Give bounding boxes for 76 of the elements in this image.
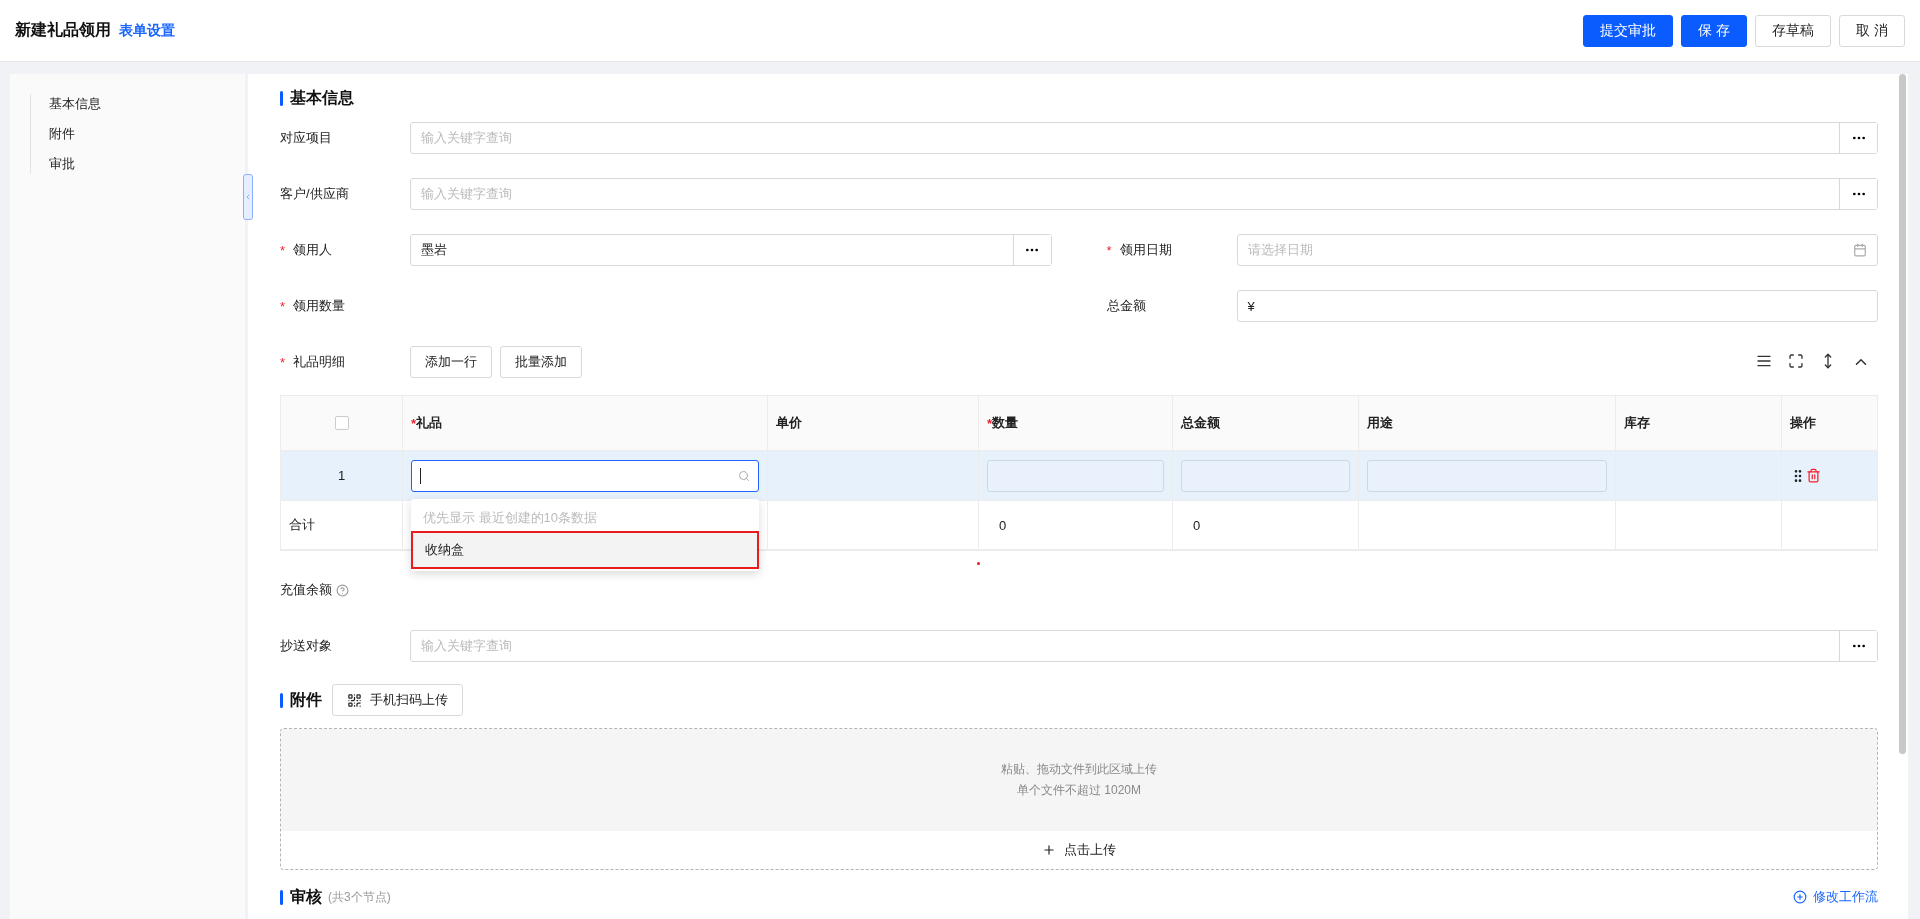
dropdown-option[interactable]: 收纳盒	[413, 533, 757, 567]
required-mark: *	[280, 354, 286, 370]
collapse-handle[interactable]	[243, 174, 253, 220]
chevron-left-icon	[244, 192, 252, 202]
dropdown-hint: 优先显示 最近创建的10条数据	[422, 509, 599, 527]
sidebar-item[interactable]: 审批	[49, 154, 245, 174]
plus-circle-icon	[1793, 890, 1807, 904]
required-mark: *	[280, 298, 286, 314]
table-cell: 0	[979, 501, 1173, 549]
qr-code-icon	[347, 692, 362, 708]
header-button[interactable]: 保 存	[1681, 14, 1748, 47]
row-number: 1	[281, 451, 403, 500]
help-icon[interactable]	[336, 583, 349, 597]
table-cell: 0	[1173, 501, 1359, 549]
column-header: 操作	[1790, 414, 1816, 432]
add-row-button[interactable]: 添加一行	[410, 346, 492, 378]
column-header: 单价	[776, 414, 802, 432]
quantity-field[interactable]	[987, 459, 1164, 492]
required-mark: *	[1106, 242, 1112, 258]
required-mark: *	[411, 415, 417, 431]
upload-hint: 单个文件不超过 1020M	[1017, 782, 1141, 799]
purpose-field[interactable]	[1367, 459, 1607, 492]
marker-dot	[977, 562, 980, 565]
checkbox[interactable]	[334, 416, 349, 430]
table-cell: 合计	[281, 501, 403, 549]
header-button[interactable]: 存草稿	[1755, 14, 1832, 47]
required-mark: *	[987, 415, 993, 431]
delete-icon[interactable]	[1806, 468, 1821, 483]
calendar-icon	[1853, 243, 1867, 257]
column-header: 数量	[992, 414, 1019, 432]
upload-zone[interactable]: 粘贴、拖动文件到此区域上传 单个文件不超过 1020M 点击上传	[280, 728, 1878, 870]
amount-field[interactable]	[1181, 459, 1350, 492]
more-button[interactable]	[1839, 631, 1877, 661]
table-row[interactable]: 1	[281, 451, 1877, 501]
scan-upload-button[interactable]: 手机扫码上传	[332, 684, 463, 716]
edit-workflow-link[interactable]: 修改工作流	[1793, 888, 1878, 906]
column-header: 总金额	[1181, 414, 1220, 432]
section-title: 附件	[290, 689, 322, 710]
add-row-button[interactable]: 批量添加	[500, 346, 582, 378]
section-marker	[280, 889, 283, 905]
sidebar-item[interactable]: 附件	[49, 124, 245, 144]
gift-search-field[interactable]	[411, 459, 759, 492]
plus-icon	[1042, 843, 1056, 857]
fullscreen-icon[interactable]	[1788, 353, 1804, 369]
node-count: (共3个节点)	[328, 888, 391, 906]
field-label: 领用日期	[1119, 241, 1172, 259]
sidebar-item[interactable]: 基本信息	[49, 94, 245, 114]
field-label: 客户/供应商	[280, 185, 349, 203]
more-button[interactable]	[1839, 179, 1877, 209]
input-field[interactable]: ¥	[1236, 290, 1878, 322]
section-marker	[280, 692, 283, 708]
field-label: 礼品明细	[293, 353, 346, 371]
field-label: 对应项目	[280, 129, 332, 147]
field-label: 抄送对象	[280, 637, 332, 655]
more-button[interactable]	[1839, 123, 1877, 153]
upload-hint: 粘贴、拖动文件到此区域上传	[1001, 761, 1157, 778]
header-button[interactable]: 取 消	[1839, 14, 1905, 47]
field-label: 总金额	[1106, 297, 1146, 315]
search-icon	[738, 469, 750, 482]
section-title: 基本信息	[290, 87, 354, 108]
section-marker	[280, 90, 283, 106]
section-title: 审核	[290, 886, 322, 907]
page-title: 新建礼品领用	[15, 20, 111, 40]
lookup-field[interactable]: 墨岩	[410, 234, 1052, 266]
header-button[interactable]: 提交审批	[1583, 14, 1674, 47]
form-settings-link[interactable]: 表单设置	[119, 21, 175, 40]
scrollbar[interactable]	[1899, 74, 1906, 754]
field-label: 领用数量	[293, 297, 346, 315]
column-header: 用途	[1367, 414, 1393, 432]
required-mark: *	[280, 242, 286, 258]
more-button[interactable]	[1012, 235, 1051, 265]
column-header: 库存	[1624, 414, 1650, 432]
field-label: 充值余额	[280, 581, 332, 599]
row-height-icon[interactable]	[1756, 353, 1772, 369]
column-header: 礼品	[416, 414, 443, 432]
field-label: 领用人	[293, 241, 333, 259]
